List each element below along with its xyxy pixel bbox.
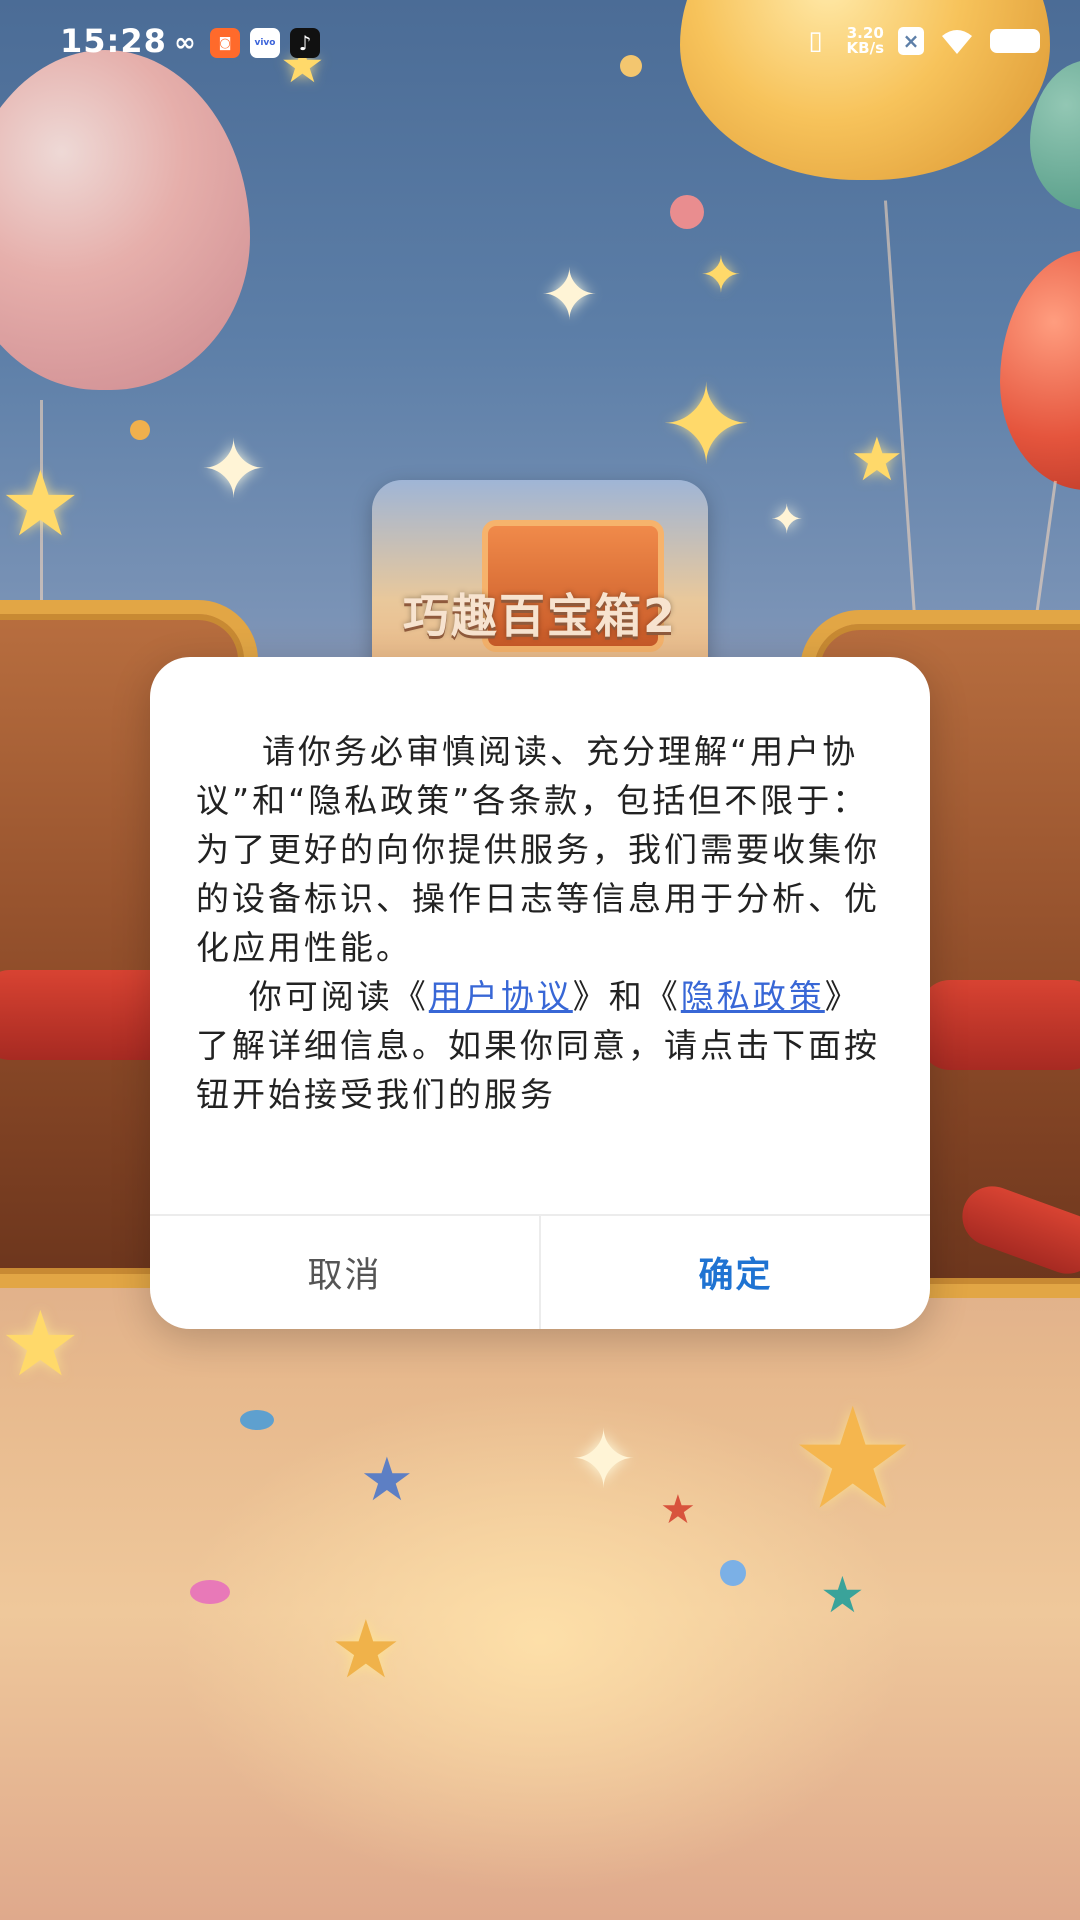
star: ★	[790, 1378, 916, 1541]
wifi-icon	[942, 30, 972, 54]
app-logo-title: 巧趣百宝箱2	[402, 589, 677, 643]
paragraph-2-middle: 》和《	[572, 977, 681, 1016]
sparkle: ✦	[200, 423, 268, 516]
privacy-dialog: 请你务必审慎阅读、充分理解“用户协议”和“隐私政策”各条款，包括但不限于：为了更…	[150, 657, 930, 1329]
notification-icons: ∞ ◙ vivo ♪	[170, 28, 320, 58]
star: ★	[0, 1292, 81, 1397]
star: ✦	[660, 361, 753, 489]
confirm-button[interactable]: 确定	[541, 1216, 930, 1329]
privacy-policy-link[interactable]: 隐私政策	[681, 977, 825, 1016]
cancel-button[interactable]: 取消	[150, 1216, 539, 1329]
dialog-paragraph-2: 你可阅读《用户协议》和《隐私政策》了解详细信息。如果你同意，请点击下面按钮开始接…	[196, 972, 896, 1119]
star: ★	[660, 1487, 696, 1533]
vibrate-icon: ▯	[808, 26, 823, 56]
confetti-dot	[240, 1410, 274, 1430]
confetti-dot	[130, 420, 150, 440]
confetti-dot	[670, 195, 704, 229]
star: ★	[330, 1603, 402, 1696]
star: ✦	[700, 246, 742, 304]
network-speed-unit: KB/s	[846, 39, 884, 57]
orange-app-icon: ◙	[210, 28, 240, 58]
dialog-content: 请你务必审慎阅读、充分理解“用户协议”和“隐私政策”各条款，包括但不限于：为了更…	[196, 727, 896, 1119]
star: ★	[0, 452, 81, 557]
vivo-app-icon: vivo	[250, 28, 280, 58]
balloon-red	[1000, 250, 1080, 490]
status-bar: 15:28 ∞ ◙ vivo ♪ ▯ 3.20 KB/s ×	[0, 0, 1080, 86]
star: ★	[820, 1566, 865, 1624]
paragraph-2-prefix: 你可阅读《	[248, 977, 429, 1016]
status-time: 15:28	[60, 22, 167, 60]
sparkle: ✦	[540, 254, 599, 336]
app-screen: ✦ ✦ ✦ ✦ ✦ ✦ ★ ★ ★ ★ ★ ★ ★ ★ ★ 巧趣百宝箱2 15:…	[0, 0, 1080, 1920]
sparkle: ✦	[770, 497, 804, 543]
sparkle: ✦	[570, 1413, 638, 1506]
dialog-paragraph-1: 请你务必审慎阅读、充分理解“用户协议”和“隐私政策”各条款，包括但不限于：为了更…	[196, 732, 880, 967]
star: ★	[360, 1445, 414, 1515]
battery-icon	[990, 29, 1040, 53]
system-status-icons: ▯ 3.20 KB/s ×	[799, 24, 1040, 58]
tiktok-icon: ♪	[290, 28, 320, 58]
confetti-dot	[190, 1580, 230, 1604]
user-agreement-link[interactable]: 用户协议	[429, 977, 573, 1016]
balloon-pink	[0, 50, 250, 390]
no-sim-icon: ×	[898, 27, 924, 55]
loop-app-icon: ∞	[174, 28, 196, 58]
ribbon-right	[920, 980, 1080, 1070]
star: ★	[850, 425, 904, 495]
network-speed: 3.20 KB/s	[847, 26, 884, 56]
confetti-dot	[720, 1560, 746, 1586]
